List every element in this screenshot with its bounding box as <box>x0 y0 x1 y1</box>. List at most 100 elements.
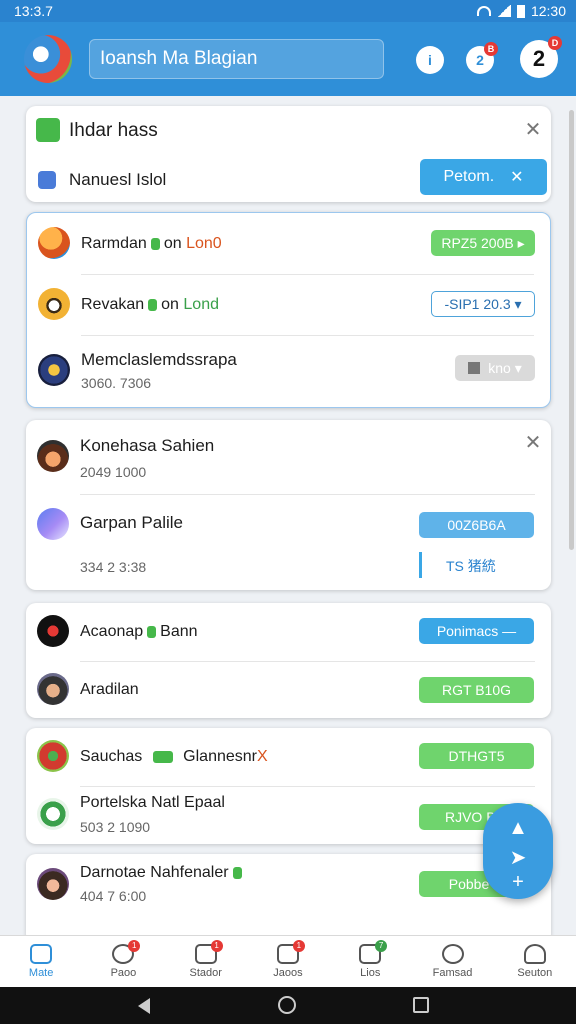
row-subtitle: 2049 1000 <box>80 464 147 480</box>
row-title: Revakan on Lond <box>81 296 219 313</box>
account-pill[interactable]: Ponimacs — <box>419 618 534 644</box>
nav-badge: 1 <box>292 940 305 952</box>
message-icon <box>441 944 464 964</box>
notification-badge: B <box>484 42 498 56</box>
profile-count: 2 <box>532 46 546 71</box>
system-nav <box>0 987 576 1024</box>
home-icon <box>30 944 53 964</box>
row-avatar <box>37 740 69 772</box>
code-pill[interactable]: 00Z6B6A <box>419 512 534 538</box>
nav-label: Famsad <box>432 967 473 979</box>
status-bar: 13:3.7 12:30 <box>0 0 576 22</box>
card-list-rates: Rarmdan on Lon0 RPZ5 200B ▸ Revakan on Lon… <box>26 212 551 408</box>
row-title: Darnotae Nahfenaler <box>80 864 246 882</box>
status-time: 13:3.7 <box>14 3 53 19</box>
bottom-nav: Mate 1 Paoo 1 Stador 1 Jaoos 7 Lios Fams… <box>0 935 576 987</box>
search-text: Ioansh Ma Blagian <box>100 48 258 69</box>
row-title: Garpan Palile <box>80 513 184 532</box>
divider <box>80 494 535 495</box>
card-filter: Ihdar hass ✕ Nanuesl Islol Petom. ✕ <box>26 106 551 202</box>
row-title: Memclaslemdssrapa <box>81 350 237 369</box>
divider <box>80 786 535 787</box>
person-icon <box>523 944 546 964</box>
row-avatar <box>37 673 69 705</box>
app-logo-icon[interactable] <box>24 35 72 83</box>
row-subtitle: 404 7 6:00 <box>80 888 147 904</box>
card-contacts: Darnotae Nahfenaler 404 7 6:00 Pobbe <box>26 854 551 944</box>
card1-subtitle: Nanuesl Islol <box>69 170 167 189</box>
row-subtitle: 334 2 3:38 <box>80 559 147 575</box>
row-avatar <box>38 227 70 259</box>
profile-icon[interactable]: 2 D <box>520 36 562 78</box>
row-title: Portelska Natl Epaal <box>80 794 225 811</box>
row-title: Konehasa Sahien <box>80 436 215 455</box>
nav-label: Lios <box>360 967 381 979</box>
card-accounts: Acaonap Bann Ponimacs — Aradilan RGT B10G <box>26 603 551 718</box>
divider <box>81 274 534 275</box>
nav-badge: 1 <box>210 940 223 952</box>
nav-badge: 1 <box>128 940 141 952</box>
close-icon[interactable]: ✕ <box>522 119 544 141</box>
row-avatar <box>38 288 70 320</box>
divider <box>80 661 535 662</box>
card1-title: Ihdar hass <box>69 120 158 141</box>
status-text: TS 猪統 <box>446 558 496 574</box>
card-profile: Konehasa Sahien 2049 1000 ✕ Garpan Palil… <box>26 420 551 590</box>
nav-item-list[interactable]: 1 Jaoos <box>247 936 329 987</box>
row-title: Aradilan <box>80 681 139 698</box>
send-icon: ➤ <box>509 847 527 869</box>
fab-button[interactable]: ▲ ➤ + <box>483 803 553 899</box>
up-icon: ▲ <box>508 817 528 839</box>
search-input[interactable]: Ioansh Ma Blagian <box>89 39 384 79</box>
select-label: kno ▾ <box>488 359 522 376</box>
rate-dropdown[interactable]: -SIP1 20.3 ▾ <box>431 291 535 317</box>
row-subtitle: 3060. 7306 <box>81 375 152 391</box>
filter-icon <box>36 118 60 142</box>
wifi-icon <box>476 6 491 16</box>
profile-badge: D <box>548 36 562 50</box>
plus-icon: + <box>512 871 524 893</box>
nav-item-store[interactable]: 1 Stador <box>165 936 247 987</box>
row-avatar <box>37 798 69 830</box>
select-dropdown[interactable]: kno ▾ <box>455 355 535 381</box>
tag-icon <box>38 171 56 189</box>
nav-label: Paoo <box>110 967 137 979</box>
nav-label: Seuton <box>517 967 553 979</box>
row-avatar <box>37 508 69 540</box>
scrollbar[interactable] <box>569 110 574 550</box>
recent-apps-icon[interactable] <box>413 997 429 1013</box>
card-products: Sauchas GlannesnrX DTHGT5 Portelska Natl… <box>26 728 551 844</box>
home-button-icon[interactable] <box>278 996 296 1014</box>
row-title: Acaonap Bann <box>80 623 198 640</box>
nav-item-home[interactable]: Mate <box>0 936 82 987</box>
info-icon[interactable]: i <box>416 46 444 74</box>
row-subtitle: 503 2 1090 <box>80 819 151 835</box>
status-icons: 12:30 <box>476 3 566 19</box>
nav-item-chat[interactable]: 1 Paoo <box>82 936 164 987</box>
perform-button-x: ✕ <box>510 169 524 186</box>
perform-button-label: Petom. <box>443 168 495 185</box>
status-clock: 12:30 <box>530 3 566 19</box>
notifications-icon[interactable]: 2 B <box>466 42 498 74</box>
row-title: Rarmdan on Lon0 <box>81 235 222 252</box>
account-pill[interactable]: RGT B10G <box>419 677 534 703</box>
rate-pill[interactable]: RPZ5 200B ▸ <box>431 230 535 256</box>
row-avatar <box>37 615 69 647</box>
perform-button[interactable]: Petom. ✕ <box>420 159 547 195</box>
nav-item-send[interactable]: 7 Lios <box>329 936 411 987</box>
back-icon[interactable] <box>138 998 150 1014</box>
nav-label: Mate <box>28 967 54 979</box>
status-indicator <box>419 552 422 578</box>
row-avatar <box>38 354 70 386</box>
nav-label: Stador <box>189 967 222 979</box>
nav-badge: 7 <box>375 940 388 952</box>
product-pill[interactable]: DTHGT5 <box>419 743 534 769</box>
nav-label: Jaoos <box>273 967 303 979</box>
signal-icon <box>496 5 511 17</box>
square-icon <box>468 362 481 374</box>
divider <box>81 335 534 336</box>
nav-item-profile[interactable]: Seuton <box>494 936 576 987</box>
close-icon[interactable]: ✕ <box>522 432 544 454</box>
battery-icon <box>516 4 525 18</box>
nav-item-messages[interactable]: Famsad <box>411 936 493 987</box>
